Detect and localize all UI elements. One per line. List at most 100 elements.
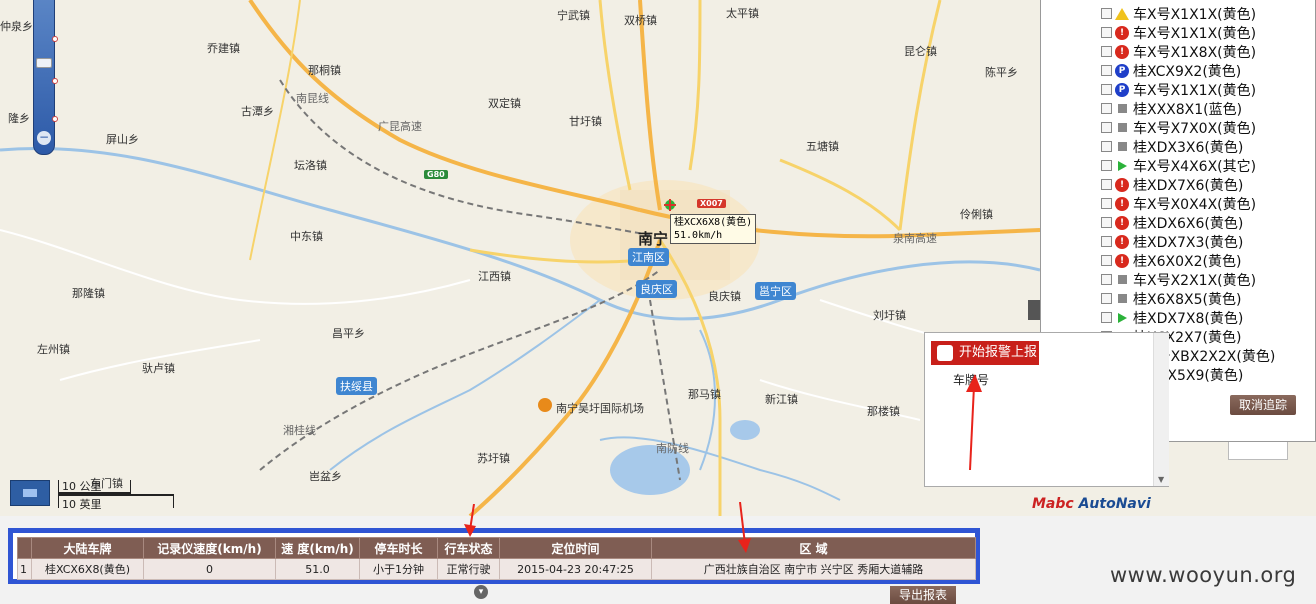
vehicle-checkbox[interactable]: [1101, 198, 1112, 209]
road-label: 泉南高速: [893, 232, 937, 245]
vehicle-checkbox[interactable]: [1101, 122, 1112, 133]
map-provider-logo: Mabc AutoNavi: [1032, 496, 1151, 512]
parking-icon: P: [1115, 63, 1129, 78]
vehicle-list-item[interactable]: 桂X6X8X5(黄色): [1101, 289, 1311, 308]
vehicle-checkbox[interactable]: [1101, 65, 1112, 76]
zoom-tick[interactable]: [52, 36, 58, 42]
vehicle-label: 桂XDX7X6(黄色): [1133, 177, 1244, 194]
road-label: 南昆线: [296, 92, 329, 105]
place-label: 双桥镇: [624, 14, 657, 27]
vehicle-list-item[interactable]: ! 桂XDX6X6(黄色): [1101, 213, 1311, 232]
place-label: 甘圩镇: [569, 115, 602, 128]
chevron-down-icon[interactable]: ▾: [474, 585, 488, 599]
overview-map-toggle[interactable]: [10, 480, 50, 506]
zoom-slider[interactable]: −: [33, 0, 58, 155]
vehicle-list-item[interactable]: ! 桂XDX7X6(黄色): [1101, 175, 1311, 194]
vehicle-list-item[interactable]: 车X号X4X6X(其它): [1101, 156, 1311, 175]
place-label: 伶俐镇: [960, 208, 993, 221]
vehicle-label: 桂XDX7X8(黄色): [1133, 310, 1244, 327]
vehicle-list-item[interactable]: ! 车X号X1X8X(黄色): [1101, 42, 1311, 61]
vehicle-list-item[interactable]: ! 桂XDX7X3(黄色): [1101, 232, 1311, 251]
place-label: 古潭乡: [241, 105, 274, 118]
vehicle-label: 车X号X1X1X(黄色): [1133, 82, 1257, 99]
vehicle-list-item[interactable]: 桂XDX3X6(黄色): [1101, 137, 1311, 156]
alarm-icon: !: [1115, 215, 1129, 230]
place-label: 苏圩镇: [477, 452, 510, 465]
vehicle-label: 桂X6X8X5(黄色): [1133, 291, 1242, 308]
place-label: 乔建镇: [207, 42, 240, 55]
column-header[interactable]: 行车状态: [437, 537, 500, 559]
column-header[interactable]: 定位时间: [499, 537, 652, 559]
vehicle-checkbox[interactable]: [1101, 255, 1112, 266]
city-label: 南宁: [638, 230, 669, 248]
vehicle-checkbox[interactable]: [1101, 274, 1112, 285]
place-label: 屏山乡: [106, 133, 139, 146]
vehicle-checkbox[interactable]: [1101, 27, 1112, 38]
panel-bottom-tab[interactable]: [1228, 442, 1288, 460]
warning-icon: [1115, 7, 1129, 21]
vehicle-checkbox[interactable]: [1101, 236, 1112, 247]
vehicle-list-item[interactable]: ! 桂X6X0X2(黄色): [1101, 251, 1311, 270]
vehicle-tooltip: 桂XCX6X8(黄色) 51.0km/h: [670, 214, 757, 244]
vehicle-checkbox[interactable]: [1101, 8, 1112, 19]
cancel-tracking-button[interactable]: 取消追踪: [1230, 395, 1296, 415]
vehicle-label: 车X号X1X1X(黄色): [1133, 25, 1257, 42]
column-header[interactable]: 速 度(km/h): [275, 537, 360, 559]
vehicle-label: 桂X6X0X2(黄色): [1133, 253, 1242, 270]
column-header[interactable]: 区 域: [651, 537, 976, 559]
vehicle-checkbox[interactable]: [1101, 179, 1112, 190]
vehicle-label: 车X号X1X1X(黄色): [1133, 6, 1257, 23]
table-cell: 广西壮族自治区 南宁市 兴宁区 秀厢大道辅路: [651, 558, 976, 580]
scale-imperial: 10 英里: [62, 498, 102, 511]
road-shield: G80: [424, 170, 448, 179]
vehicle-label: 桂XXX8X1(蓝色): [1133, 101, 1243, 118]
alarm-icon: !: [1115, 253, 1129, 268]
vehicle-list-item[interactable]: 车X号X2X1X(黄色): [1101, 270, 1311, 289]
column-header[interactable]: 大陆车牌: [31, 537, 144, 559]
vehicle-marker-icon[interactable]: [664, 199, 676, 211]
road-label: 湘桂线: [283, 424, 316, 437]
vehicle-label: 车X号X4X6X(其它): [1133, 158, 1257, 175]
vehicle-label: 车X号X1X8X(黄色): [1133, 44, 1257, 61]
place-label: 昌平乡: [332, 327, 365, 340]
road-shield: X007: [697, 199, 726, 208]
vehicle-checkbox[interactable]: [1101, 141, 1112, 152]
table-row[interactable]: 1 桂XCX6X8(黄色) 0 51.0 小于1分钟 正常行驶 2015-04-23 20:…: [17, 558, 976, 580]
vehicle-list-item[interactable]: ! 车X号X0X4X(黄色): [1101, 194, 1311, 213]
vehicle-checkbox[interactable]: [1101, 103, 1112, 114]
vehicle-list-item[interactable]: ! 车X号X1X1X(黄色): [1101, 23, 1311, 42]
zoom-handle[interactable]: [36, 58, 52, 68]
place-label: 左州镇: [37, 343, 70, 356]
vehicle-checkbox[interactable]: [1101, 312, 1112, 323]
zoom-out-button[interactable]: −: [37, 131, 51, 145]
export-report-button[interactable]: 导出报表: [890, 586, 956, 604]
vehicle-checkbox[interactable]: [1101, 293, 1112, 304]
district-label: 良庆区: [636, 280, 677, 298]
parking-icon: P: [1115, 82, 1129, 97]
place-label: 太平镇: [726, 7, 759, 20]
vehicle-checkbox[interactable]: [1101, 217, 1112, 228]
place-label: 坛洛镇: [294, 159, 327, 172]
place-label: 岜盆乡: [309, 470, 342, 483]
district-label: 扶绥县: [336, 377, 377, 395]
column-header[interactable]: 停车时长: [359, 537, 438, 559]
alarm-icon: !: [1115, 25, 1129, 40]
column-header[interactable]: 记录仪速度(km/h): [143, 537, 276, 559]
vehicle-checkbox[interactable]: [1101, 160, 1112, 171]
zoom-tick[interactable]: [52, 78, 58, 84]
vehicle-list-item[interactable]: P 桂XCX9X2(黄色): [1101, 61, 1311, 80]
vehicle-list-item[interactable]: 桂XXX8X1(蓝色): [1101, 99, 1311, 118]
place-label: 江西镇: [478, 270, 511, 283]
alarm-panel-scrollbar[interactable]: [1153, 333, 1169, 486]
start-alarm-report-button[interactable]: 开始报警上报: [931, 341, 1039, 365]
vehicle-checkbox[interactable]: [1101, 84, 1112, 95]
vehicle-list-item[interactable]: 车X号X1X1X(黄色): [1101, 4, 1311, 23]
vehicle-list-item[interactable]: 桂XDX7X8(黄色): [1101, 308, 1311, 327]
vehicle-label: 车X号X2X1X(黄色): [1133, 272, 1257, 289]
vehicle-checkbox[interactable]: [1101, 46, 1112, 57]
vehicle-list-item[interactable]: P 车X号X1X1X(黄色): [1101, 80, 1311, 99]
alarm-icon: !: [1115, 196, 1129, 211]
vehicle-label: 桂XDX3X6(黄色): [1133, 139, 1244, 156]
zoom-tick[interactable]: [52, 116, 58, 122]
vehicle-list-item[interactable]: 车X号X7X0X(黄色): [1101, 118, 1311, 137]
